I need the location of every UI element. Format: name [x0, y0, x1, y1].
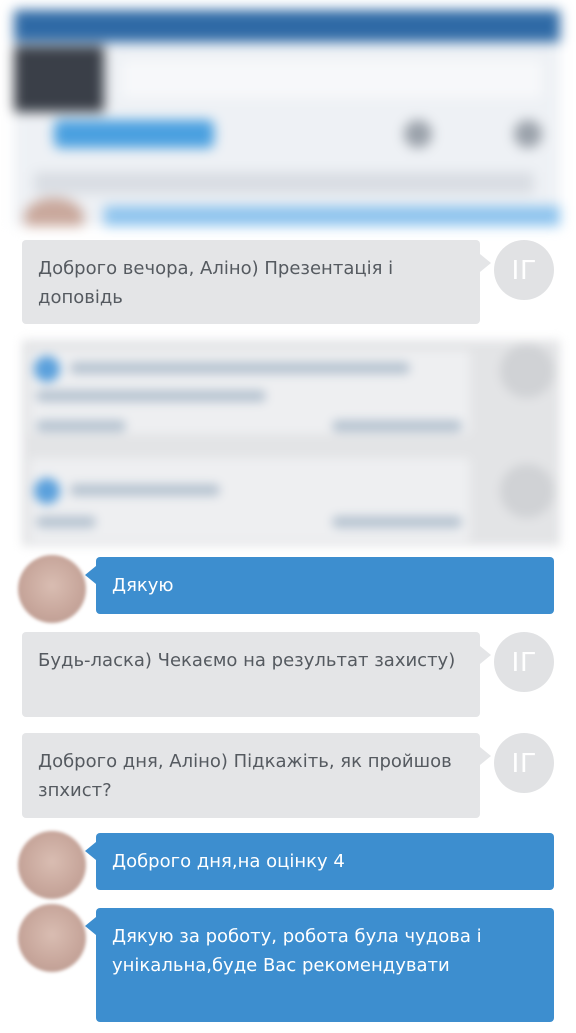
bubble-tail	[480, 747, 491, 765]
blurred-logo	[54, 120, 214, 148]
avatar-initials[interactable]: ІГ	[494, 240, 554, 300]
message-incoming: Будь-ласка) Чекаємо на результат захисту…	[22, 632, 480, 717]
blurred-avatar	[500, 464, 554, 518]
message-text: Доброго дня,на оцінку 4	[112, 851, 345, 872]
blurred-line	[332, 420, 462, 432]
bubble-tail	[480, 254, 491, 272]
blurred-line	[332, 516, 462, 528]
bubble-tail	[85, 566, 96, 584]
avatar-photo[interactable]	[18, 555, 86, 623]
blurred-line	[70, 362, 410, 374]
blurred-dot	[34, 478, 60, 504]
blurred-dot	[34, 356, 60, 382]
message-text: Доброго вечора, Аліно) Презентація і доп…	[38, 258, 394, 308]
blurred-icon	[404, 120, 432, 148]
message-incoming: Доброго дня, Аліно) Підкажіть, як пройшо…	[22, 733, 480, 818]
message-outgoing: Дякую за роботу, робота була чудова і ун…	[96, 908, 554, 1022]
blurred-icon	[514, 120, 542, 148]
avatar-initials-text: ІГ	[511, 646, 537, 677]
message-outgoing: Доброго дня,на оцінку 4	[96, 833, 554, 890]
bubble-tail	[85, 842, 96, 860]
blurred-row	[34, 172, 534, 194]
message-text: Будь-ласка) Чекаємо на результат захисту…	[38, 650, 456, 671]
blurred-line	[70, 484, 220, 496]
avatar-initials[interactable]: ІГ	[494, 733, 554, 793]
bubble-tail	[480, 646, 491, 664]
message-incoming: Доброго вечора, Аліно) Презентація і доп…	[22, 240, 480, 324]
avatar-initials-text: ІГ	[511, 254, 537, 285]
blurred-avatar	[24, 198, 84, 226]
blurred-bar	[104, 206, 560, 226]
blurred-avatar	[500, 344, 554, 398]
blurred-line	[36, 516, 96, 528]
message-text: Дякую за роботу, робота була чудова і ун…	[112, 926, 482, 976]
blurred-quoted-messages	[22, 340, 560, 546]
message-text: Дякую	[112, 575, 174, 596]
blurred-line	[36, 420, 126, 432]
blurred-line	[36, 390, 266, 402]
avatar-initials[interactable]: ІГ	[494, 632, 554, 692]
avatar-initials-text: ІГ	[511, 747, 537, 778]
blurred-header	[14, 10, 560, 226]
message-text: Доброго дня, Аліно) Підкажіть, як пройшо…	[38, 751, 452, 801]
bubble-tail	[85, 917, 96, 935]
message-outgoing: Дякую	[96, 557, 554, 614]
avatar-photo[interactable]	[18, 831, 86, 899]
blurred-search-field	[122, 60, 542, 98]
blurred-card	[30, 458, 470, 542]
blurred-top-bar	[14, 10, 560, 42]
avatar-photo[interactable]	[18, 904, 86, 972]
blurred-block	[14, 46, 104, 112]
